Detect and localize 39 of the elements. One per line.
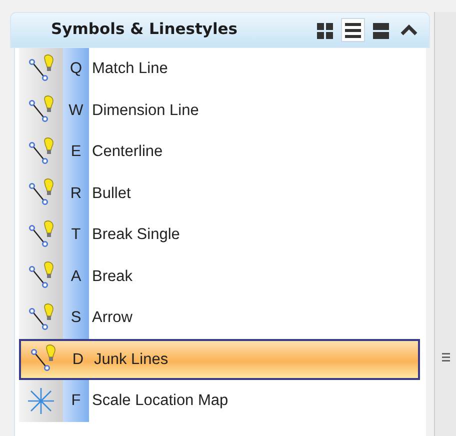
item-label: Dimension Line xyxy=(91,100,199,121)
list-item[interactable]: T Break Single xyxy=(19,214,426,256)
item-label: Break Single xyxy=(91,225,180,246)
linestyle-icon xyxy=(26,302,56,333)
list-item[interactable]: R Bullet xyxy=(19,172,426,214)
item-label: Match Line xyxy=(91,59,168,80)
grip-icon xyxy=(442,353,450,362)
tiles-view-icon xyxy=(316,20,334,40)
linestyle-icon xyxy=(26,136,56,167)
details-view-icon xyxy=(372,20,390,40)
shortcut-key: Q xyxy=(70,57,82,80)
list-item[interactable]: Q Match Line xyxy=(19,48,426,90)
list-item[interactable]: F Scale Location Map xyxy=(19,380,426,422)
shortcut-key: W xyxy=(68,98,84,122)
shortcut-key: T xyxy=(71,223,81,246)
linestyle-icon xyxy=(26,54,56,84)
item-label: Centerline xyxy=(91,142,163,162)
panel-title: Symbols & Linestyles xyxy=(51,19,239,40)
shortcut-key: R xyxy=(70,182,82,205)
list-item[interactable]: E Centerline xyxy=(19,131,426,172)
list-view-icon xyxy=(344,20,362,40)
shortcut-key: A xyxy=(70,264,82,288)
item-label: Bullet xyxy=(91,184,131,204)
scrollbar[interactable] xyxy=(434,12,456,436)
starburst-icon xyxy=(26,386,56,416)
shortcut-key: D xyxy=(72,348,84,371)
shortcut-key: E xyxy=(70,140,82,164)
shortcut-key: F xyxy=(71,389,81,412)
shortcut-key: S xyxy=(70,306,82,330)
list-item[interactable]: D Junk Lines xyxy=(19,338,420,380)
item-label: Scale Location Map xyxy=(91,391,228,412)
list-item[interactable]: A Break xyxy=(19,256,426,297)
item-label: Arrow xyxy=(91,308,132,328)
list-item[interactable]: S Arrow xyxy=(19,297,426,338)
list-item[interactable]: W Dimension Line xyxy=(19,90,426,131)
item-label: Junk Lines xyxy=(93,350,168,370)
list-view-button[interactable] xyxy=(341,18,365,42)
linestyle-icon xyxy=(26,220,56,250)
item-label: Break xyxy=(91,266,132,287)
